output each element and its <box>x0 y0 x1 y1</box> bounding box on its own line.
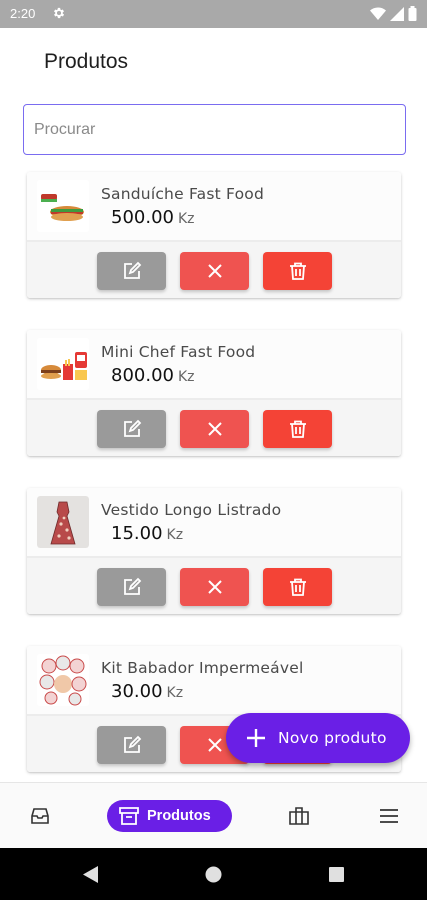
product-name: Sanduíche Fast Food <box>101 185 264 203</box>
nav-item-briefcase[interactable] <box>279 783 319 849</box>
delete-button[interactable] <box>263 568 332 606</box>
product-currency: Kz <box>166 527 184 543</box>
nav-item-menu[interactable] <box>369 783 409 849</box>
archive-box-icon <box>119 807 139 825</box>
trash-icon <box>289 578 306 596</box>
bib-kit-image <box>37 654 89 706</box>
signal-icon <box>390 6 404 21</box>
product-card[interactable]: Mini Chef Fast Food 800.00 Kz <box>27 330 401 456</box>
status-bar: 2:20 <box>0 0 427 28</box>
product-price: 30.00 Kz <box>111 681 183 702</box>
plus-icon <box>247 729 265 747</box>
nav-label-produtos: Produtos <box>147 808 211 824</box>
product-card[interactable]: Sanduíche Fast Food 500.00 Kz <box>27 172 401 298</box>
sandwich-image <box>37 180 89 232</box>
back-icon[interactable] <box>82 866 98 883</box>
product-card-info[interactable]: Sanduíche Fast Food 500.00 Kz <box>27 172 401 240</box>
product-price: 15.00 Kz <box>111 523 183 544</box>
search-box[interactable] <box>23 104 406 155</box>
system-navigation-bar <box>0 848 427 900</box>
recents-icon[interactable] <box>329 867 344 882</box>
dress-image <box>37 496 89 548</box>
bottom-navigation: Produtos <box>0 782 427 848</box>
product-card-info[interactable]: Vestido Longo Listrado 15.00 Kz <box>27 488 401 556</box>
nav-item-produtos[interactable]: Produtos <box>107 800 232 832</box>
cancel-button[interactable] <box>180 252 249 290</box>
edit-icon <box>123 419 141 437</box>
inbox-icon <box>31 808 49 824</box>
page-title: Produtos <box>44 50 129 73</box>
close-icon <box>207 422 222 436</box>
home-icon[interactable] <box>205 866 222 883</box>
delete-button[interactable] <box>263 252 332 290</box>
close-icon <box>207 738 222 752</box>
product-currency: Kz <box>177 211 195 227</box>
product-card-actions <box>27 400 401 456</box>
edit-button[interactable] <box>97 410 166 448</box>
cancel-button[interactable] <box>180 568 249 606</box>
new-product-label: Novo produto <box>278 729 387 747</box>
product-price-value: 30.00 <box>111 681 163 702</box>
fastfood-combo-image <box>37 338 89 390</box>
product-card-actions <box>27 242 401 298</box>
cancel-button[interactable] <box>180 410 249 448</box>
search-input[interactable] <box>24 105 405 154</box>
edit-button[interactable] <box>97 252 166 290</box>
trash-icon <box>289 262 306 280</box>
menu-icon <box>380 809 398 823</box>
product-currency: Kz <box>177 369 195 385</box>
close-icon <box>207 580 222 594</box>
settings-gear-icon <box>53 7 65 19</box>
edit-button[interactable] <box>97 726 166 764</box>
new-product-fab[interactable]: Novo produto <box>226 713 410 763</box>
product-currency: Kz <box>166 685 184 701</box>
close-icon <box>207 264 222 278</box>
product-card[interactable]: Vestido Longo Listrado 15.00 Kz <box>27 488 401 614</box>
battery-icon <box>408 6 417 21</box>
product-card-actions <box>27 558 401 614</box>
product-name: Mini Chef Fast Food <box>101 343 256 361</box>
product-name: Vestido Longo Listrado <box>101 501 282 519</box>
product-price-value: 15.00 <box>111 523 163 544</box>
edit-icon <box>123 577 141 595</box>
product-price: 500.00 Kz <box>111 207 195 228</box>
trash-icon <box>289 420 306 438</box>
status-time: 2:20 <box>10 6 36 21</box>
product-price-value: 800.00 <box>111 365 174 386</box>
product-price: 800.00 Kz <box>111 365 195 386</box>
product-name: Kit Babador Impermeável <box>101 659 304 677</box>
product-price-value: 500.00 <box>111 207 174 228</box>
product-card-info[interactable]: Mini Chef Fast Food 800.00 Kz <box>27 330 401 398</box>
edit-button[interactable] <box>97 568 166 606</box>
edit-icon <box>123 261 141 279</box>
briefcase-icon <box>289 807 309 825</box>
wifi-icon <box>370 6 386 20</box>
nav-item-inbox[interactable] <box>20 783 60 849</box>
product-card-info[interactable]: Kit Babador Impermeável 30.00 Kz <box>27 646 401 714</box>
edit-icon <box>123 735 141 753</box>
delete-button[interactable] <box>263 410 332 448</box>
